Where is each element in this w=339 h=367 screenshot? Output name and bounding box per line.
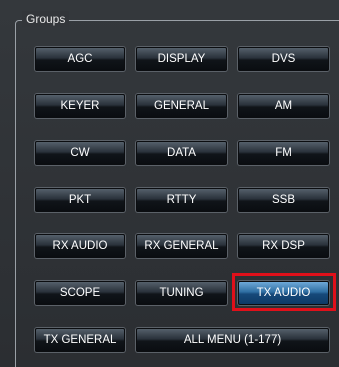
ssb-button[interactable]: SSB [238, 188, 329, 212]
all-menu-button[interactable]: ALL MENU (1-177) [136, 328, 329, 352]
am-button[interactable]: AM [238, 94, 329, 118]
cw-button[interactable]: CW [35, 141, 125, 165]
display-button[interactable]: DISPLAY [136, 47, 227, 71]
data-button[interactable]: DATA [136, 141, 227, 165]
rtty-button[interactable]: RTTY [136, 188, 227, 212]
tuning-button[interactable]: TUNING [136, 281, 227, 305]
pkt-button[interactable]: PKT [35, 188, 125, 212]
selection-highlight-box [232, 273, 336, 311]
fm-button[interactable]: FM [238, 141, 329, 165]
scope-button[interactable]: SCOPE [35, 281, 125, 305]
dvs-button[interactable]: DVS [238, 47, 329, 71]
keyer-button[interactable]: KEYER [35, 94, 125, 118]
agc-button[interactable]: AGC [35, 47, 125, 71]
rx-general-button[interactable]: RX GENERAL [136, 234, 227, 258]
general-button[interactable]: GENERAL [136, 94, 227, 118]
groups-title: Groups [22, 11, 70, 27]
rx-audio-button[interactable]: RX AUDIO [35, 234, 125, 258]
groups-panel: Groups AGC DISPLAY DVS KEYER GENERAL AM … [0, 0, 339, 367]
tx-general-button[interactable]: TX GENERAL [35, 328, 125, 352]
rx-dsp-button[interactable]: RX DSP [238, 234, 329, 258]
